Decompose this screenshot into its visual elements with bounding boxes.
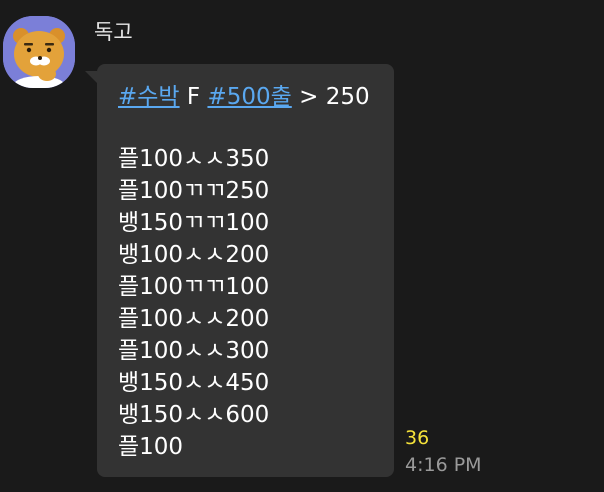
- ryan-character-icon: [3, 16, 75, 88]
- message-line: 플100ㅅㅅ300: [118, 338, 270, 364]
- message-text: > 250: [291, 84, 370, 110]
- hashtag-link-500[interactable]: #500출: [207, 84, 291, 110]
- message-line: 플100ㅅㅅ200: [118, 306, 270, 332]
- sender-avatar[interactable]: [3, 16, 75, 88]
- message-line: 플100ㄲㄲ100: [118, 274, 270, 300]
- chat-room: 독고 #수박 F #500출 > 250 플100ㅅㅅ350 플100ㄲㄲ250…: [0, 0, 604, 492]
- message-bubble[interactable]: #수박 F #500출 > 250 플100ㅅㅅ350 플100ㄲㄲ250 뱅1…: [97, 64, 394, 477]
- message-time: 4:16 PM: [405, 454, 482, 476]
- message-line: 뱅100ㅅㅅ200: [118, 242, 270, 268]
- message-line: 플100ㄲㄲ250: [118, 178, 270, 204]
- message-line: 뱅150ㅅㅅ450: [118, 370, 270, 396]
- sender-name: 독고: [94, 20, 133, 44]
- message-header-line: #수박 F #500출 > 250: [118, 81, 394, 113]
- message-line: 플100: [118, 434, 184, 460]
- message-line: 뱅150ㅅㅅ600: [118, 402, 270, 428]
- message-line: 뱅150ㄲㄲ100: [118, 210, 270, 236]
- unread-count: 36: [405, 427, 430, 449]
- hashtag-link-watermelon[interactable]: #수박: [118, 84, 180, 110]
- message-text: F: [179, 84, 208, 110]
- message-line: 플100ㅅㅅ350: [118, 146, 270, 172]
